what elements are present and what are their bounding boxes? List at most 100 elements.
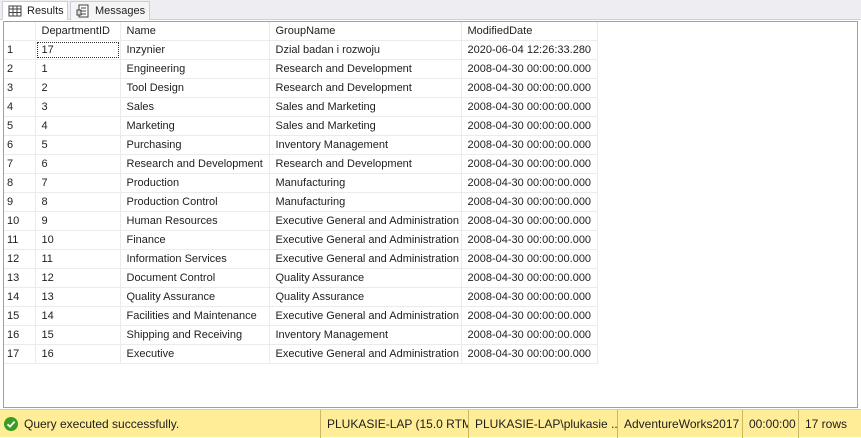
table-row[interactable]: 4 3 Sales Sales and Marketing 2008-04-30 00:… — [4, 97, 598, 117]
row-number[interactable]: 13 — [4, 268, 36, 288]
table-row[interactable]: 6 5 Purchasing Inventory Management 2008-04-… — [4, 135, 598, 155]
row-number[interactable]: 5 — [4, 116, 36, 136]
row-number[interactable]: 11 — [4, 230, 36, 250]
departmentid-cell[interactable]: 12 — [35, 268, 121, 288]
name-cell[interactable]: Executive — [120, 344, 270, 364]
row-number[interactable]: 3 — [4, 78, 36, 98]
departmentid-cell[interactable]: 17 — [35, 40, 121, 60]
modifieddate-cell[interactable]: 2008-04-30 00:00:00.000 — [461, 211, 598, 231]
table-row[interactable]: 5 4 Marketing Sales and Marketing 2008-04-30… — [4, 116, 598, 136]
modifieddate-cell[interactable]: 2008-04-30 00:00:00.000 — [461, 97, 598, 117]
row-number[interactable]: 7 — [4, 154, 36, 174]
departmentid-cell[interactable]: 7 — [35, 173, 121, 193]
row-number[interactable]: 12 — [4, 249, 36, 269]
groupname-cell[interactable]: Inventory Management — [269, 135, 462, 155]
modifieddate-cell[interactable]: 2008-04-30 00:00:00.000 — [461, 287, 598, 307]
groupname-cell[interactable]: Manufacturing — [269, 192, 462, 212]
row-number[interactable]: 17 — [4, 344, 36, 364]
departmentid-cell[interactable]: 9 — [35, 211, 121, 231]
column-header-departmentid[interactable]: DepartmentID — [35, 22, 121, 41]
name-cell[interactable]: Marketing — [120, 116, 270, 136]
row-number[interactable]: 8 — [4, 173, 36, 193]
name-cell[interactable]: Quality Assurance — [120, 287, 270, 307]
tab-results[interactable]: Results — [2, 1, 68, 20]
departmentid-cell[interactable]: 5 — [35, 135, 121, 155]
row-number[interactable]: 4 — [4, 97, 36, 117]
table-row[interactable]: 1 17 Inzynier Dzial badan i rozwoju 2020-06-… — [4, 40, 598, 60]
groupname-cell[interactable]: Inventory Management — [269, 325, 462, 345]
groupname-cell[interactable]: Dzial badan i rozwoju — [269, 40, 462, 60]
departmentid-cell[interactable]: 8 — [35, 192, 121, 212]
name-cell[interactable]: Human Resources — [120, 211, 270, 231]
table-row[interactable]: 11 10 Finance Executive General and Adminis… — [4, 230, 598, 250]
groupname-cell[interactable]: Sales and Marketing — [269, 116, 462, 136]
name-cell[interactable]: Tool Design — [120, 78, 270, 98]
row-number-header[interactable] — [4, 22, 36, 41]
modifieddate-cell[interactable]: 2008-04-30 00:00:00.000 — [461, 268, 598, 288]
groupname-cell[interactable]: Research and Development — [269, 78, 462, 98]
name-cell[interactable]: Production Control — [120, 192, 270, 212]
modifieddate-cell[interactable]: 2008-04-30 00:00:00.000 — [461, 116, 598, 136]
modifieddate-cell[interactable]: 2008-04-30 00:00:00.000 — [461, 135, 598, 155]
column-header-modifieddate[interactable]: ModifiedDate — [461, 22, 598, 41]
table-row[interactable]: 7 6 Research and Development Research and D… — [4, 154, 598, 174]
groupname-cell[interactable]: Quality Assurance — [269, 268, 462, 288]
modifieddate-cell[interactable]: 2008-04-30 00:00:00.000 — [461, 306, 598, 326]
modifieddate-cell[interactable]: 2008-04-30 00:00:00.000 — [461, 154, 598, 174]
modifieddate-cell[interactable]: 2008-04-30 00:00:00.000 — [461, 59, 598, 79]
name-cell[interactable]: Facilities and Maintenance — [120, 306, 270, 326]
name-cell[interactable]: Inzynier — [120, 40, 270, 60]
departmentid-cell[interactable]: 6 — [35, 154, 121, 174]
table-row[interactable]: 16 15 Shipping and Receiving Inventory Mana… — [4, 325, 598, 345]
table-row[interactable]: 12 11 Information Services Executive Genera… — [4, 249, 598, 269]
groupname-cell[interactable]: Research and Development — [269, 59, 462, 79]
name-cell[interactable]: Information Services — [120, 249, 270, 269]
modifieddate-cell[interactable]: 2008-04-30 00:00:00.000 — [461, 78, 598, 98]
groupname-cell[interactable]: Research and Development — [269, 154, 462, 174]
row-number[interactable]: 16 — [4, 325, 36, 345]
column-header-name[interactable]: Name — [120, 22, 270, 41]
groupname-cell[interactable]: Executive General and Administration — [269, 306, 462, 326]
table-row[interactable]: 2 1 Engineering Research and Development 200… — [4, 59, 598, 79]
name-cell[interactable]: Document Control — [120, 268, 270, 288]
groupname-cell[interactable]: Sales and Marketing — [269, 97, 462, 117]
table-row[interactable]: 17 16 Executive Executive General and Admin… — [4, 344, 598, 364]
row-number[interactable]: 15 — [4, 306, 36, 326]
name-cell[interactable]: Purchasing — [120, 135, 270, 155]
departmentid-cell[interactable]: 2 — [35, 78, 121, 98]
departmentid-cell[interactable]: 16 — [35, 344, 121, 364]
table-row[interactable]: 15 14 Facilities and Maintenance Executive … — [4, 306, 598, 326]
groupname-cell[interactable]: Executive General and Administration — [269, 344, 462, 364]
groupname-cell[interactable]: Manufacturing — [269, 173, 462, 193]
departmentid-cell[interactable]: 13 — [35, 287, 121, 307]
modifieddate-cell[interactable]: 2008-04-30 00:00:00.000 — [461, 230, 598, 250]
name-cell[interactable]: Engineering — [120, 59, 270, 79]
departmentid-cell[interactable]: 11 — [35, 249, 121, 269]
name-cell[interactable]: Production — [120, 173, 270, 193]
row-number[interactable]: 1 — [4, 40, 36, 60]
departmentid-cell[interactable]: 3 — [35, 97, 121, 117]
groupname-cell[interactable]: Executive General and Administration — [269, 230, 462, 250]
table-row[interactable]: 9 8 Production Control Manufacturing 2008-04… — [4, 192, 598, 212]
groupname-cell[interactable]: Executive General and Administration — [269, 211, 462, 231]
groupname-cell[interactable]: Executive General and Administration — [269, 249, 462, 269]
modifieddate-cell[interactable]: 2020-06-04 12:26:33.280 — [461, 40, 598, 60]
row-number[interactable]: 9 — [4, 192, 36, 212]
column-header-groupname[interactable]: GroupName — [269, 22, 462, 41]
table-row[interactable]: 13 12 Document Control Quality Assurance 200… — [4, 268, 598, 288]
name-cell[interactable]: Shipping and Receiving — [120, 325, 270, 345]
modifieddate-cell[interactable]: 2008-04-30 00:00:00.000 — [461, 249, 598, 269]
results-table[interactable]: DepartmentID Name GroupName ModifiedDate… — [4, 22, 598, 364]
modifieddate-cell[interactable]: 2008-04-30 00:00:00.000 — [461, 192, 598, 212]
modifieddate-cell[interactable]: 2008-04-30 00:00:00.000 — [461, 325, 598, 345]
table-row[interactable]: 14 13 Quality Assurance Quality Assurance 20… — [4, 287, 598, 307]
results-grid[interactable]: DepartmentID Name GroupName ModifiedDate… — [3, 21, 858, 408]
row-number[interactable]: 2 — [4, 59, 36, 79]
modifieddate-cell[interactable]: 2008-04-30 00:00:00.000 — [461, 344, 598, 364]
name-cell[interactable]: Sales — [120, 97, 270, 117]
name-cell[interactable]: Finance — [120, 230, 270, 250]
departmentid-cell[interactable]: 4 — [35, 116, 121, 136]
table-row[interactable]: 8 7 Production Manufacturing 2008-04-30 00:0… — [4, 173, 598, 193]
departmentid-cell[interactable]: 15 — [35, 325, 121, 345]
row-number[interactable]: 10 — [4, 211, 36, 231]
